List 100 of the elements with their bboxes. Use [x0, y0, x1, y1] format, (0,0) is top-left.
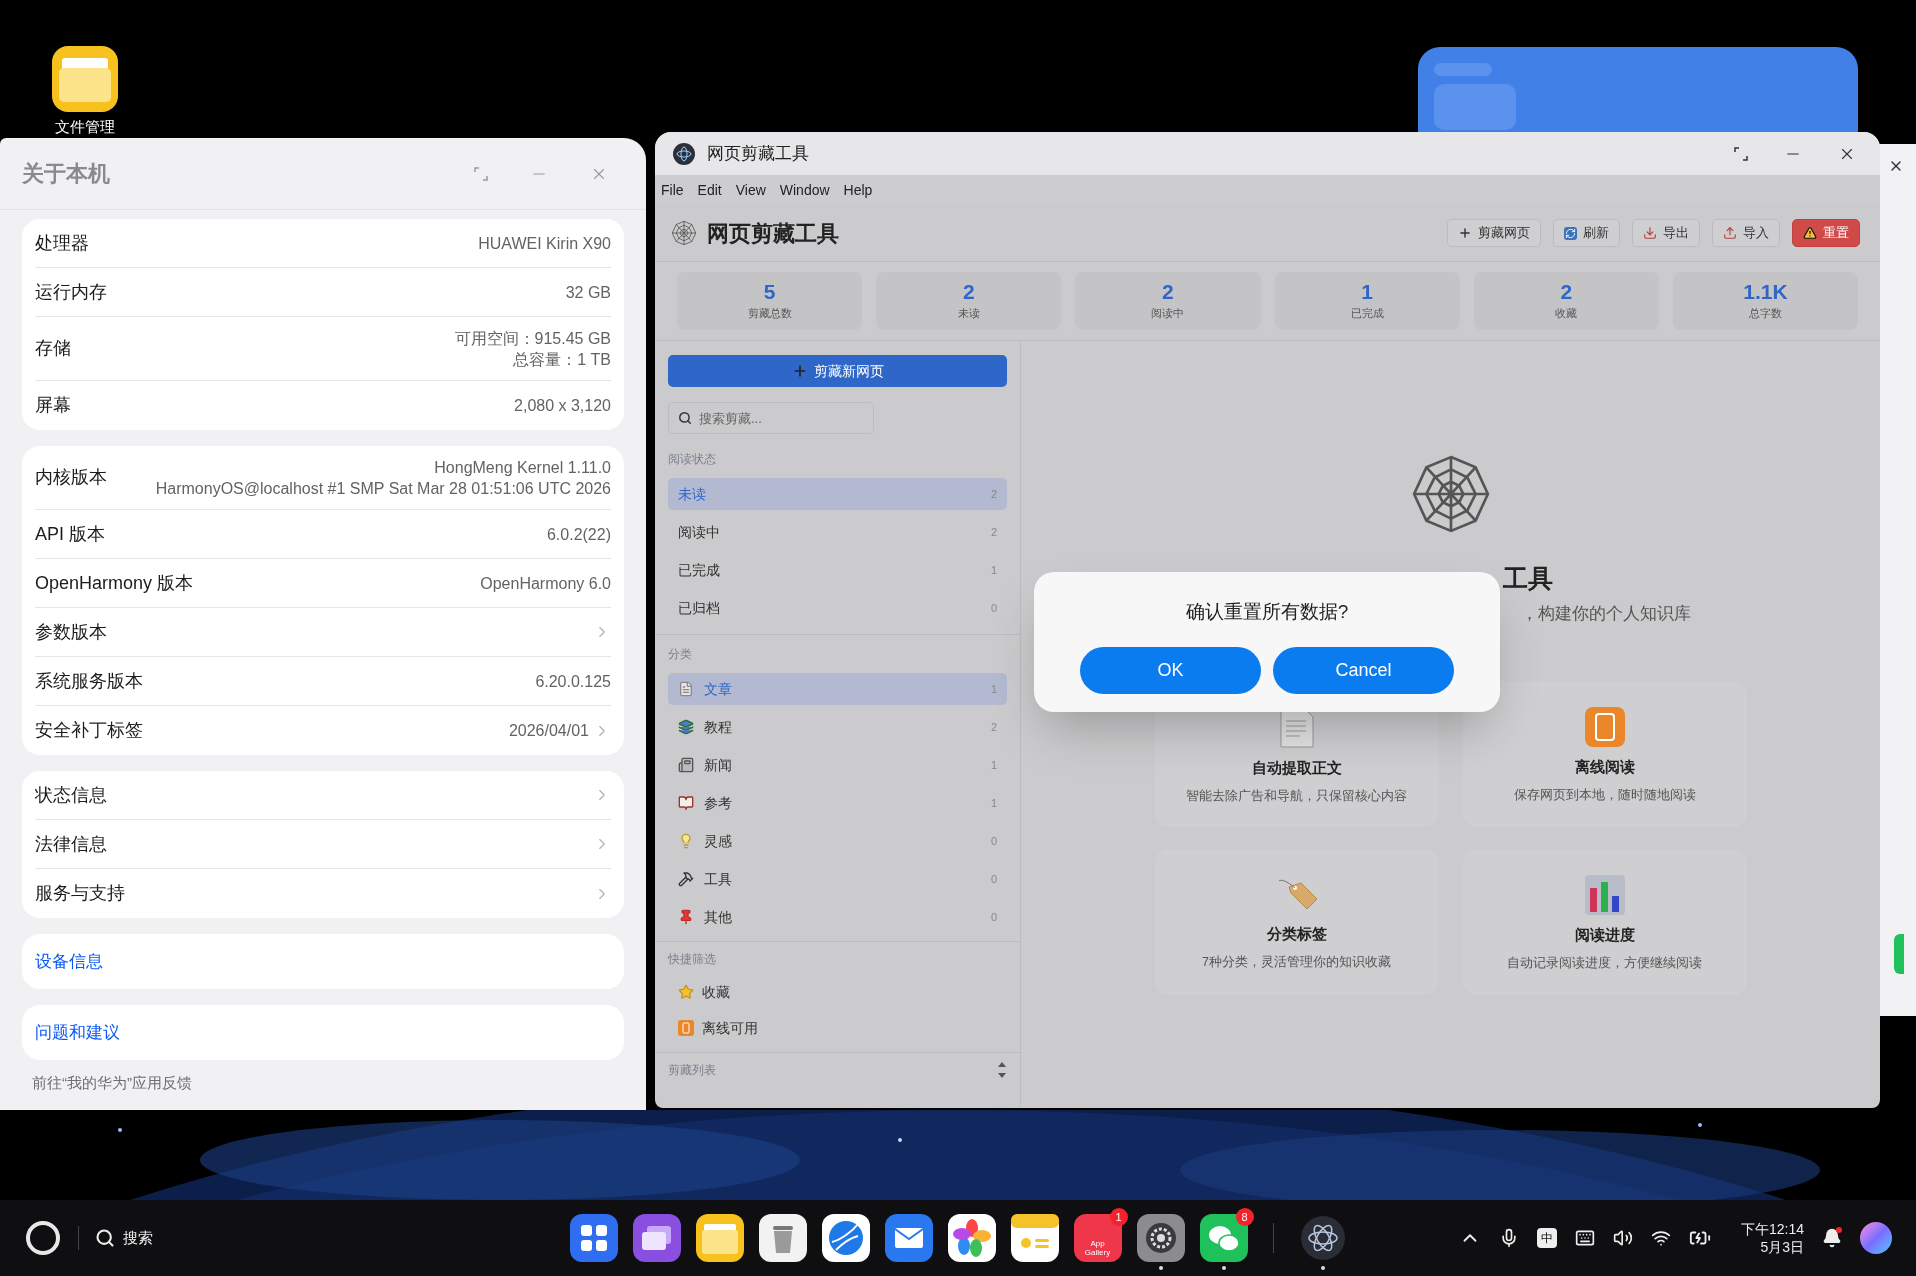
mail-icon[interactable]: [884, 1214, 933, 1262]
new-clip-button[interactable]: 剪藏新网页: [668, 355, 1007, 387]
item-label: 离线可用: [702, 1018, 758, 1038]
dialog-message: 确认重置所有数据?: [1185, 600, 1349, 624]
setting-label: 法律信息: [35, 832, 107, 856]
keyboard-icon[interactable]: [1574, 1228, 1595, 1248]
toolbar-button[interactable]: 导出: [1632, 219, 1700, 247]
menu-item[interactable]: View: [735, 179, 766, 201]
search-field[interactable]: 搜索剪藏...: [668, 402, 874, 434]
feature-description: 智能去除广告和导航，只保留核心内容: [1186, 788, 1407, 806]
settings-link[interactable]: 设备信息: [35, 948, 103, 975]
section-heading: 快捷筛选: [668, 951, 717, 968]
item-count: 1: [990, 757, 997, 773]
stat-label: 剪藏总数: [747, 305, 792, 321]
warning-icon: [1803, 226, 1817, 240]
sidebar-item[interactable]: 新闻 1: [668, 749, 1007, 781]
menu-item[interactable]: Help: [843, 179, 873, 201]
search-icon: [95, 1228, 115, 1248]
setting-value: 2,080 x 3,120: [514, 396, 611, 416]
stat-label: 总字数: [1748, 305, 1782, 321]
toolbar-button[interactable]: 刷新: [1553, 219, 1620, 247]
item-count: 0: [990, 909, 997, 925]
folder-icon[interactable]: [52, 46, 118, 112]
clock[interactable]: 下午12:14 5月3日: [1740, 1220, 1804, 1256]
dialog-button[interactable]: Cancel: [1273, 646, 1454, 694]
setting-value: HUAWEI Kirin X90: [478, 233, 611, 254]
setting-value: 6.0.2(22): [546, 524, 611, 545]
home-ring-icon[interactable]: [24, 1219, 62, 1257]
setting-label: 屏幕: [35, 394, 71, 417]
plus-icon: [1458, 226, 1472, 240]
notes-icon[interactable]: [1010, 1214, 1059, 1262]
toolbar-button[interactable]: 剪藏网页: [1447, 219, 1541, 247]
item-count: 2: [990, 486, 997, 502]
setting-value: HongMeng Kernel 1.11.0: [434, 457, 611, 478]
window-stack-icon[interactable]: [632, 1214, 681, 1262]
welcome-subtitle: ，构建你的个人知识库: [1520, 603, 1691, 625]
lightbulb-icon: [678, 833, 694, 849]
setting-label: 安全补丁标签: [35, 719, 143, 742]
wifi-icon[interactable]: [1650, 1228, 1671, 1248]
dialog-button[interactable]: OK: [1080, 646, 1261, 694]
feature-title: 阅读进度: [1574, 924, 1635, 945]
settings-link[interactable]: 问题和建议: [35, 1019, 120, 1046]
setting-value: 总容量：1 TB: [513, 349, 611, 370]
setting-label: API 版本: [35, 522, 105, 546]
bar-chart-icon: [1583, 873, 1626, 916]
section-heading: 阅读状态: [668, 451, 717, 468]
sidebar-item[interactable]: 阅读中 2: [668, 516, 1007, 548]
sidebar-item[interactable]: 工具 0: [668, 863, 1007, 895]
item-label: 已归档: [678, 598, 720, 618]
refresh-icon: [1564, 226, 1577, 240]
search-button[interactable]: 搜索: [95, 1226, 153, 1250]
sidebar-item[interactable]: 灵感 0: [668, 825, 1007, 857]
sidebar-item[interactable]: 教程 2: [668, 711, 1007, 743]
toolbar-button[interactable]: 导入: [1712, 219, 1780, 247]
volume-icon[interactable]: [1612, 1228, 1633, 1248]
app-grid-icon[interactable]: [569, 1214, 618, 1262]
notification-badge: 1: [1109, 1208, 1128, 1226]
petal-icon[interactable]: [947, 1214, 996, 1262]
setting-label: 服务与支持: [35, 882, 125, 905]
setting-label: 内核版本: [35, 466, 107, 489]
setting-value: 32 GB: [565, 282, 611, 303]
stat-value: 2: [962, 280, 975, 302]
atom-icon[interactable]: [1298, 1214, 1347, 1262]
globe-icon[interactable]: [821, 1214, 870, 1262]
setting-label: OpenHarmony 版本: [35, 571, 194, 595]
upload-icon: [1723, 226, 1737, 240]
avatar-icon[interactable]: [1860, 1222, 1892, 1254]
item-count: 2: [990, 719, 997, 735]
stat-value: 2: [1560, 280, 1573, 302]
toolbar-button[interactable]: 重置: [1792, 219, 1860, 247]
item-count: 0: [990, 600, 997, 616]
input-method-button[interactable]: 中: [1536, 1228, 1557, 1248]
chat-bubble-icon[interactable]: [1199, 1214, 1248, 1262]
item-count: 0: [990, 833, 997, 849]
item-label: 收藏: [702, 982, 730, 1002]
gear-icon[interactable]: [1136, 1214, 1185, 1262]
maximize-icon[interactable]: [1734, 146, 1748, 161]
feature-title: 自动提取正文: [1251, 757, 1342, 778]
trash-icon[interactable]: [758, 1214, 807, 1262]
item-label: 新闻: [704, 755, 732, 775]
folder-icon[interactable]: [695, 1214, 744, 1262]
section-heading: 剪藏列表: [668, 1062, 716, 1079]
filter-item[interactable]: 收藏: [668, 976, 1007, 1008]
setting-value: HarmonyOS@localhost #1 SMP Sat Mar 28 01:51:06 UTC 2026: [155, 478, 611, 499]
filter-item[interactable]: 离线可用: [668, 1012, 1007, 1044]
setting-label: 运行内存: [35, 280, 107, 304]
sidebar-item[interactable]: 其他 0: [668, 901, 1007, 933]
setting-label: 处理器: [35, 231, 89, 255]
sidebar-item[interactable]: 已归档 0: [668, 592, 1007, 624]
sidebar-item[interactable]: 已完成 1: [668, 554, 1007, 586]
item-count: 1: [990, 562, 997, 578]
item-label: 阅读中: [678, 522, 720, 542]
menu-item[interactable]: Edit: [697, 179, 722, 201]
sidebar-item[interactable]: 参考 1: [668, 787, 1007, 819]
feedback-hint: 前往“我的华为”应用反馈: [31, 1073, 193, 1093]
menu-item[interactable]: Window: [779, 179, 830, 201]
setting-value: 可用空间：915.45 GB: [454, 328, 611, 349]
menu-item[interactable]: File: [661, 179, 684, 201]
item-label: 其他: [704, 907, 732, 927]
notification-bell-icon[interactable]: [1822, 1228, 1842, 1248]
